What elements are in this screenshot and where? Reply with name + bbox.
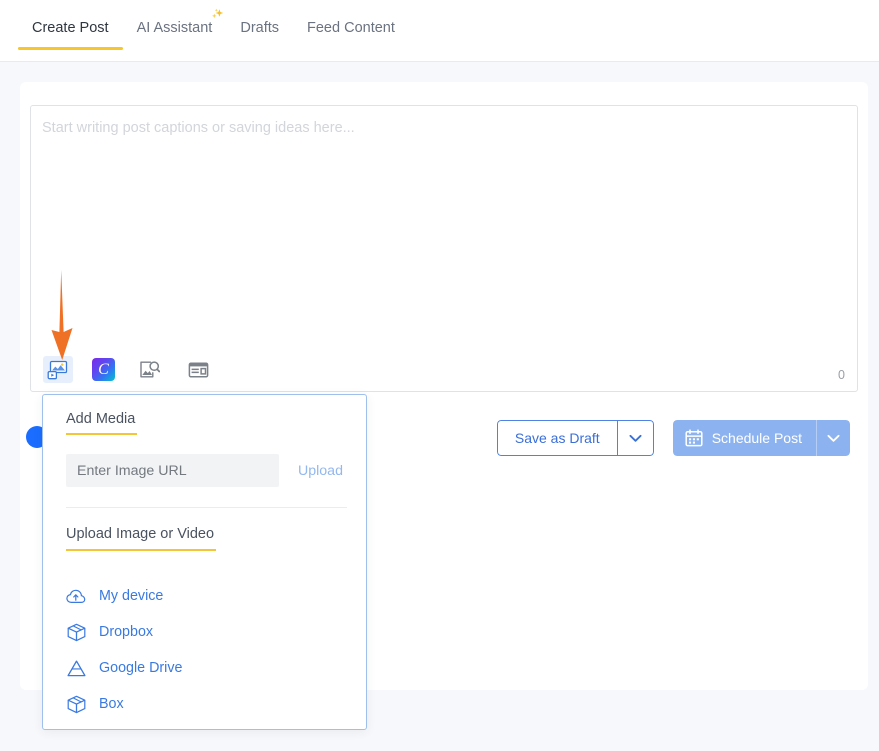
- post-editor[interactable]: Start writing post captions or saving id…: [30, 105, 858, 392]
- google-drive-icon: [66, 658, 86, 678]
- tab-feed-content[interactable]: Feed Content: [293, 18, 409, 50]
- image-url-input[interactable]: [66, 454, 279, 487]
- image-video-icon: [47, 360, 69, 380]
- upload-url-button[interactable]: Upload: [298, 463, 343, 479]
- chevron-down-icon: [827, 434, 840, 443]
- template-layout-icon: [188, 361, 209, 379]
- add-media-button[interactable]: [43, 356, 73, 383]
- popup-subtitle: Upload Image or Video: [66, 526, 214, 551]
- save-as-draft-group: Save as Draft: [497, 420, 654, 456]
- image-url-row: Upload: [66, 454, 346, 487]
- calendar-icon: [685, 429, 703, 447]
- character-counter: 0: [838, 368, 845, 382]
- add-media-popup: Add Media Upload Upload Image or Video M…: [42, 394, 367, 730]
- tab-label: Drafts: [240, 20, 279, 36]
- templates-button[interactable]: [183, 356, 213, 383]
- popup-title: Add Media: [66, 411, 135, 435]
- image-search-icon: [139, 360, 160, 380]
- editor-placeholder-text: Start writing post captions or saving id…: [42, 120, 355, 136]
- schedule-post-dropdown[interactable]: [816, 420, 850, 456]
- box-icon: [66, 694, 86, 714]
- tab-label: Feed Content: [307, 20, 395, 36]
- schedule-post-label: Schedule Post: [712, 430, 802, 446]
- canva-button[interactable]: C: [92, 358, 115, 381]
- upload-source-box[interactable]: Box: [66, 686, 346, 722]
- schedule-post-group: Schedule Post: [673, 420, 850, 456]
- tab-create-post[interactable]: Create Post: [18, 18, 123, 50]
- schedule-post-button[interactable]: Schedule Post: [673, 420, 816, 456]
- save-as-draft-label: Save as Draft: [515, 430, 600, 446]
- upload-source-label: Google Drive: [99, 660, 182, 676]
- chevron-down-icon: [629, 434, 642, 443]
- upload-source-my-device[interactable]: My device: [66, 578, 346, 614]
- upload-source-label: My device: [99, 588, 163, 604]
- save-as-draft-dropdown[interactable]: [618, 420, 654, 456]
- save-as-draft-button[interactable]: Save as Draft: [497, 420, 618, 456]
- cloud-upload-icon: [66, 586, 86, 606]
- upload-source-label: Dropbox: [99, 624, 153, 640]
- upload-source-google-drive[interactable]: Google Drive: [66, 650, 346, 686]
- action-buttons: Save as Draft Sche: [497, 420, 850, 456]
- tab-ai-assistant[interactable]: AI Assistant: [123, 18, 227, 50]
- tab-drafts[interactable]: Drafts: [226, 18, 293, 50]
- popup-divider: [66, 507, 347, 508]
- upload-source-dropbox[interactable]: Dropbox: [66, 614, 346, 650]
- upload-source-list: My device Dropbox Google Drive: [66, 578, 346, 722]
- canva-letter: C: [98, 361, 109, 379]
- search-image-button[interactable]: [134, 356, 164, 383]
- tab-label: Create Post: [32, 20, 109, 36]
- tab-label: AI Assistant: [137, 20, 213, 36]
- tab-list: Create Post AI Assistant Drafts Feed Con…: [18, 18, 409, 50]
- top-tab-bar: Create Post AI Assistant Drafts Feed Con…: [0, 0, 879, 62]
- dropbox-box-icon: [66, 622, 86, 642]
- editor-toolbar: C: [43, 356, 213, 383]
- upload-source-label: Box: [99, 696, 124, 712]
